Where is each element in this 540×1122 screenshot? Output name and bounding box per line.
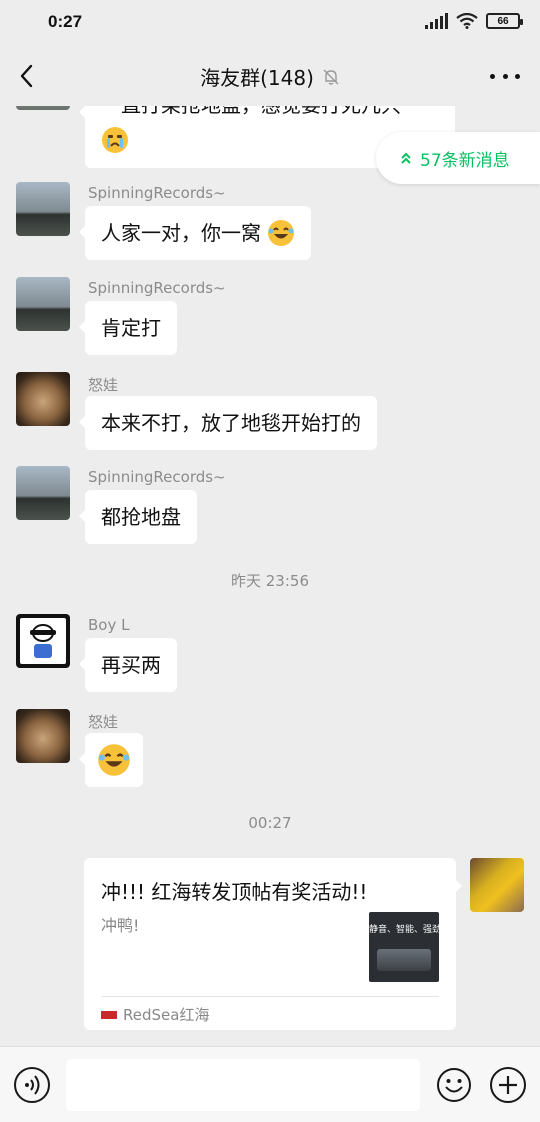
card-divider <box>101 996 439 997</box>
avatar[interactable] <box>16 372 70 426</box>
signal-icon <box>425 13 448 29</box>
card-description: 冲鸭! <box>101 916 140 935</box>
redsea-logo-icon <box>101 1010 117 1019</box>
chat-title-area: 海友群(148) <box>0 62 540 91</box>
status-indicators: 66 <box>425 13 523 29</box>
wifi-icon <box>456 13 478 29</box>
message-text: 再买两 <box>101 653 161 677</box>
avatar[interactable] <box>16 277 70 331</box>
message-text: 人家一对，你一窝 <box>101 221 261 245</box>
emoji-button[interactable] <box>436 1067 472 1103</box>
message-bubble[interactable] <box>79 733 143 787</box>
chat-title: 海友群(148) <box>200 66 314 90</box>
laughing-tears-icon <box>98 743 130 776</box>
crying-face-icon <box>102 127 128 153</box>
battery-icon: 66 <box>486 13 523 29</box>
message-bubble[interactable]: 人家一对，你一窝 <box>78 206 312 260</box>
plus-icon <box>499 1076 517 1094</box>
timestamp: 昨天 23:56 <box>231 572 309 590</box>
sender-name: Boy L <box>88 616 130 634</box>
card-thumbnail-text: 静音、智能、强劲 <box>369 925 439 935</box>
message-input[interactable] <box>66 1059 420 1111</box>
sender-name: SpinningRecords~ <box>88 184 226 202</box>
card-thumbnail: 静音、智能、强劲 <box>369 912 439 982</box>
message-bubble[interactable]: 肯定打 <box>79 301 177 355</box>
more-button[interactable] <box>490 64 520 88</box>
timestamp: 00:27 <box>248 814 292 832</box>
sender-name: 怒娃 <box>88 713 119 731</box>
sender-name: 怒娃 <box>88 376 119 394</box>
avatar[interactable] <box>16 466 70 520</box>
status-time: 0:27 <box>48 12 83 31</box>
message-bubble[interactable]: 都抢地盘 <box>79 490 197 544</box>
chat-message-list[interactable]: 一直打架抢地盘，感觉要打死几只 57条新消息 SpinningRecords~ … <box>0 106 540 1046</box>
avatar[interactable] <box>16 709 70 763</box>
card-source-name: RedSea红海 <box>123 1006 210 1024</box>
input-bar <box>0 1046 540 1122</box>
message-bubble[interactable]: 本来不打，放了地毯开始打的 <box>79 396 377 450</box>
avatar[interactable] <box>16 614 70 668</box>
message-bubble[interactable]: 再买两 <box>79 638 177 692</box>
more-functions-button[interactable] <box>490 1067 526 1103</box>
card-source: RedSea红海 <box>101 1004 209 1025</box>
more-dots-icon <box>490 73 495 79</box>
double-chevron-up-icon <box>401 152 411 164</box>
sender-name: SpinningRecords~ <box>88 279 226 297</box>
new-messages-label: 57条新消息 <box>420 150 510 171</box>
new-messages-button[interactable]: 57条新消息 <box>376 132 540 184</box>
card-title: 冲!!! 红海转发顶帖有奖活动!! <box>101 880 368 904</box>
sender-name: SpinningRecords~ <box>88 468 226 486</box>
laughing-tears-icon <box>268 219 295 246</box>
emoji-icon <box>437 1068 471 1102</box>
message-text: 本来不打，放了地毯开始打的 <box>101 411 361 435</box>
battery-level: 66 <box>497 15 509 27</box>
message-text: 肯定打 <box>101 316 161 340</box>
avatar[interactable] <box>16 106 70 110</box>
message-text: 都抢地盘 <box>101 505 181 529</box>
self-avatar[interactable] <box>470 858 524 912</box>
voice-input-icon <box>25 1075 40 1095</box>
avatar[interactable] <box>16 182 70 236</box>
chat-header: 海友群(148) <box>0 46 540 106</box>
message-text: 一直打架抢地盘，感觉要打死几只 <box>101 106 439 120</box>
status-bar: 0:27 66 <box>0 0 540 46</box>
voice-button[interactable] <box>14 1067 50 1103</box>
shared-link-card[interactable]: 冲!!! 红海转发顶帖有奖活动!! 冲鸭! 静音、智能、强劲 RedSea红海 <box>84 858 462 1030</box>
muted-bell-icon <box>323 69 339 85</box>
